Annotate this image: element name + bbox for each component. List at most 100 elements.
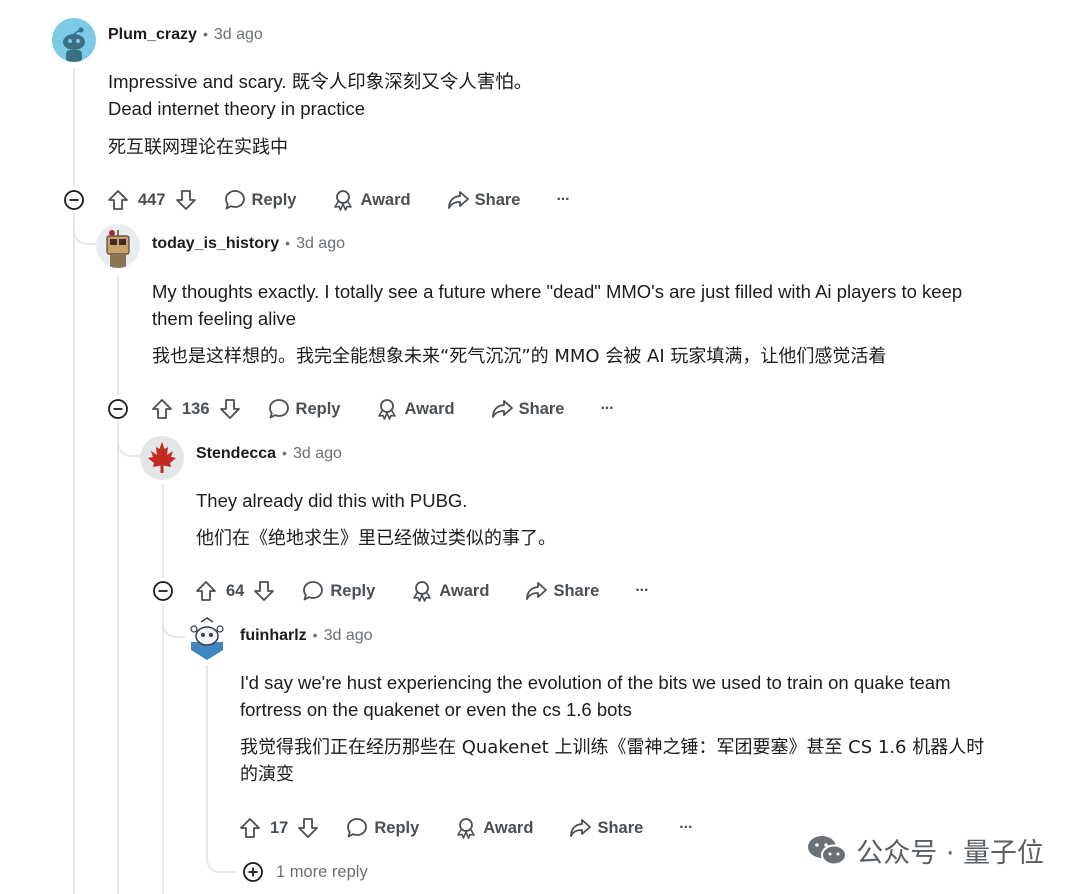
more-options-icon[interactable]: ··· (600, 400, 614, 418)
vote-count: 17 (270, 818, 289, 837)
username[interactable]: today_is_history (152, 235, 279, 252)
upvote-icon[interactable] (106, 188, 130, 212)
comment-bubble-icon (303, 581, 324, 601)
thread-line-level1-lower[interactable] (117, 422, 119, 894)
username[interactable]: Stendecca (196, 445, 276, 462)
thread-line-level0[interactable] (73, 68, 75, 186)
more-options-icon[interactable]: ··· (679, 819, 693, 837)
share-button[interactable]: Share (447, 189, 521, 211)
comment-header: Stendecca • 3d ago (196, 445, 342, 463)
translation-line: 我觉得我们正在经历那些在 Quakenet 上训练《雷神之锤：军团要塞》甚至 C… (240, 737, 985, 758)
thread-line-level2-lower[interactable] (162, 604, 164, 894)
comment-body: They already did this with PUBG. (196, 487, 467, 514)
comment-translation: 他们在《绝地求生》里已经做过类似的事了。 (196, 528, 556, 549)
avatar[interactable] (140, 436, 184, 480)
reply-label: Reply (374, 818, 420, 837)
reply-button[interactable]: Reply (268, 398, 341, 420)
comment-actions: 64 Reply Award Share ··· (194, 576, 649, 606)
downvote-icon[interactable] (174, 188, 198, 212)
maple-leaf-icon (148, 442, 176, 473)
award-button[interactable]: Award (411, 580, 489, 602)
thread-line-level0-lower[interactable] (73, 213, 75, 894)
more-options-icon[interactable]: ··· (556, 191, 570, 209)
downvote-icon[interactable] (252, 579, 276, 603)
comment-bubble-icon (347, 818, 368, 838)
award-icon (334, 190, 353, 211)
reply-label: Reply (295, 399, 341, 418)
wechat-icon (808, 835, 848, 865)
downvote-icon[interactable] (296, 816, 320, 840)
award-button[interactable]: Award (376, 398, 455, 420)
award-icon (413, 581, 432, 602)
reply-label: Reply (330, 581, 376, 600)
translation-line: 的演变 (240, 764, 294, 785)
upvote-icon[interactable] (194, 579, 218, 603)
upvote-icon[interactable] (150, 397, 174, 421)
upvote-icon[interactable] (238, 816, 262, 840)
timestamp[interactable]: 3d ago (324, 627, 373, 644)
thread-line-level2[interactable] (162, 484, 164, 578)
comment-body: My thoughts exactly. I totally see a fut… (152, 278, 962, 332)
downvote-icon[interactable] (218, 397, 242, 421)
share-arrow-icon (570, 819, 592, 837)
comment-header: today_is_history • 3d ago (152, 235, 345, 253)
username[interactable]: fuinharlz (240, 627, 307, 644)
share-label: Share (474, 190, 521, 209)
award-icon (378, 399, 397, 420)
thread-branch-more (206, 835, 236, 873)
thread-line-level3[interactable] (206, 665, 208, 835)
share-button[interactable]: Share (525, 580, 599, 602)
award-button[interactable]: Award (332, 189, 411, 211)
more-replies-label: 1 more reply (276, 862, 368, 881)
share-button[interactable]: Share (569, 817, 643, 839)
share-button[interactable]: Share (491, 398, 565, 420)
reply-button[interactable]: Reply (224, 189, 297, 211)
avatar[interactable] (52, 18, 96, 62)
comment-line: My thoughts exactly. I totally see a fut… (152, 281, 963, 302)
separator-dot: • (202, 26, 208, 42)
username[interactable]: Plum_crazy (108, 26, 197, 43)
comment-line: I'd say we're hust experiencing the evol… (240, 672, 951, 693)
snoo-avatar-icon (63, 27, 85, 62)
share-label: Share (518, 399, 565, 418)
comment-line: They already did this with PUBG. (196, 490, 468, 511)
collapse-thread-icon[interactable] (63, 189, 85, 211)
expand-plus-icon (243, 862, 263, 882)
avatar[interactable] (185, 616, 229, 660)
separator-dot: • (285, 235, 291, 251)
timestamp[interactable]: 3d ago (293, 445, 342, 462)
timestamp[interactable]: 3d ago (296, 235, 345, 252)
thread-branch-level2 (117, 422, 141, 457)
comment-actions: 17 Reply Award Share ··· (238, 813, 693, 843)
comment-translation: 死互联网理论在实践中 (108, 137, 288, 158)
timestamp[interactable]: 3d ago (214, 26, 263, 43)
more-replies-link[interactable]: 1 more reply (242, 861, 368, 883)
thread-branch-level3 (162, 604, 186, 638)
thread-line-level1[interactable] (117, 275, 119, 396)
watermark-text: 公众号 · 量子位 (856, 838, 1044, 869)
collapse-thread-icon[interactable] (107, 398, 129, 420)
reply-button[interactable]: Reply (346, 817, 419, 839)
comment-actions: 136 Reply Award Share ··· (150, 394, 614, 424)
snoo-avatar-icon (190, 617, 224, 660)
award-label: Award (404, 399, 455, 418)
comment-line: Dead internet theory in practice (108, 98, 366, 119)
comment-actions: 447 Reply Award Share ··· (106, 185, 570, 215)
separator-dot: • (312, 627, 318, 643)
award-label: Award (360, 190, 411, 209)
reply-button[interactable]: Reply (302, 580, 375, 602)
collapse-thread-icon[interactable] (152, 580, 174, 602)
share-label: Share (597, 818, 644, 837)
comment-bubble-icon (268, 399, 289, 419)
thread-branch-level1 (73, 213, 97, 245)
award-label: Award (483, 818, 534, 837)
comment-translation: 我觉得我们正在经历那些在 Quakenet 上训练《雷神之锤：军团要塞》甚至 C… (240, 734, 984, 788)
reply-label: Reply (251, 190, 297, 209)
share-arrow-icon (447, 191, 469, 209)
more-options-icon[interactable]: ··· (635, 582, 649, 600)
award-label: Award (439, 581, 490, 600)
vote-count: 64 (226, 581, 245, 600)
avatar[interactable] (96, 224, 140, 268)
comment-header: fuinharlz • 3d ago (240, 627, 373, 645)
award-button[interactable]: Award (455, 817, 533, 839)
